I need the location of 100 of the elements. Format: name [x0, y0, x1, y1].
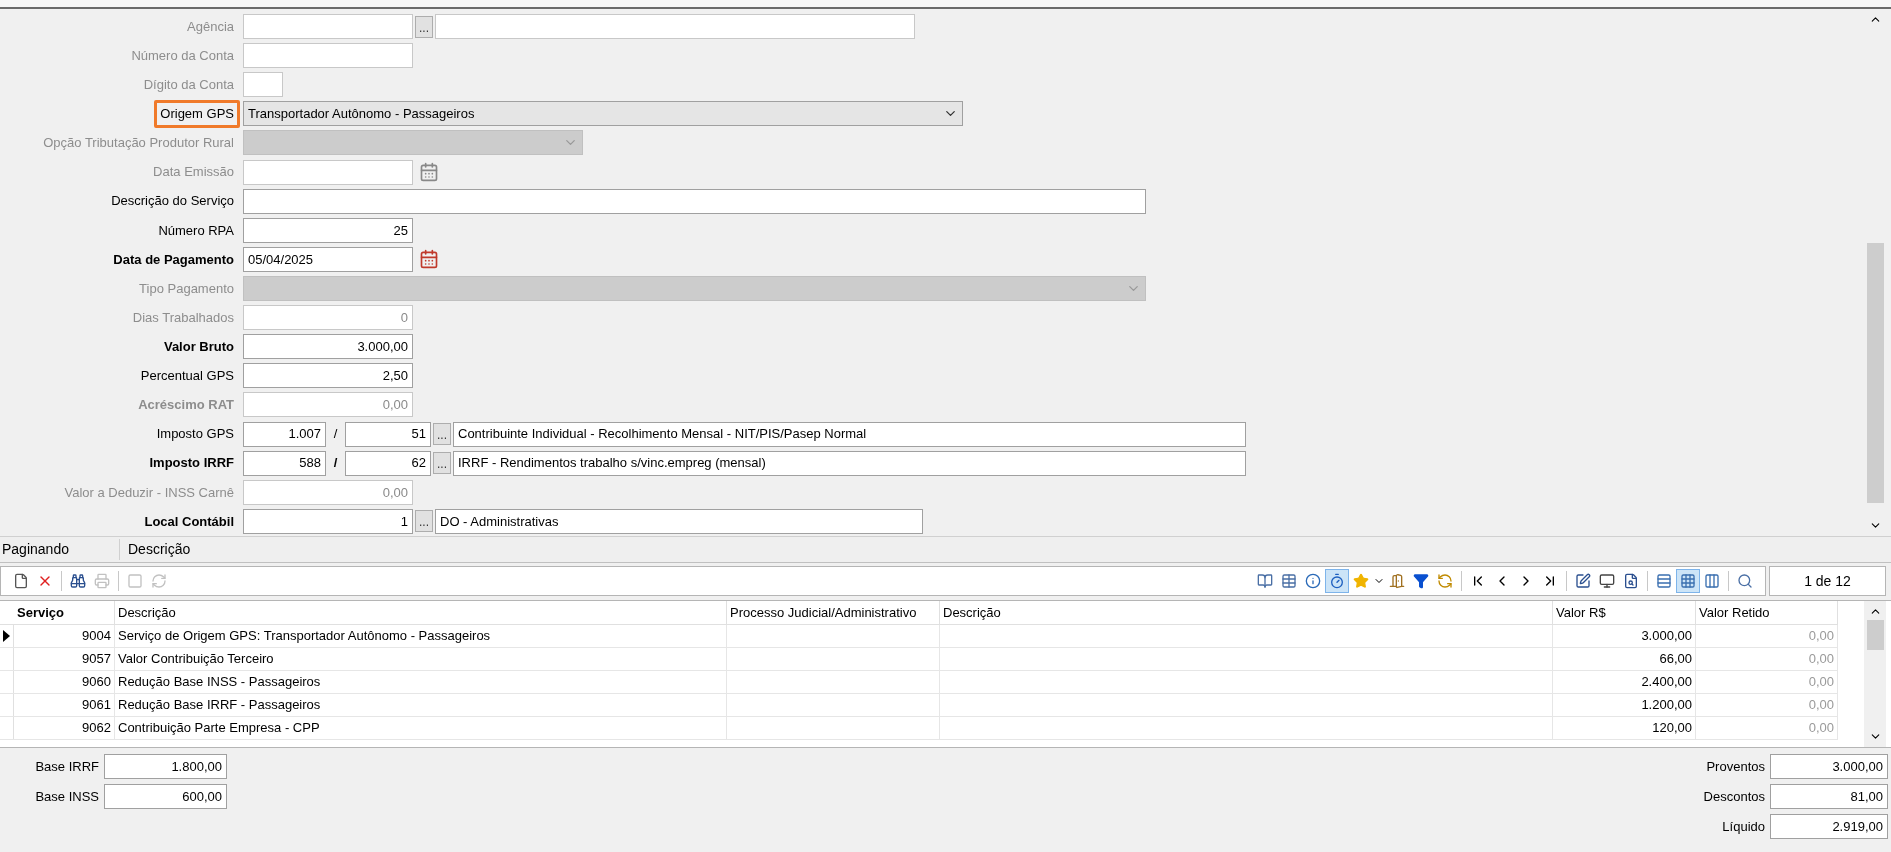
filter-icon	[1413, 573, 1429, 589]
field-label: Opção Tributação Produtor Rural	[42, 134, 235, 153]
field-label: Número da Conta	[130, 46, 235, 65]
field-label: Data Emissão	[152, 163, 235, 182]
field-label: Acréscimo RAT	[137, 396, 235, 415]
column-header[interactable]: Processo Judicial/Administrativo	[727, 601, 940, 624]
total-field[interactable]: 600,00	[104, 784, 227, 809]
input-field[interactable]: 25	[243, 217, 413, 243]
total-label: Descontos	[1702, 787, 1766, 806]
input-field[interactable]: 588	[243, 450, 326, 476]
input-field[interactable]: 62	[345, 450, 431, 476]
scroll-thumb[interactable]	[1866, 242, 1884, 503]
input-field[interactable]: DO - Administrativas	[435, 508, 923, 534]
column-header[interactable]: Descrição	[115, 601, 727, 624]
group-label: Paginando	[0, 539, 120, 560]
scrollbar[interactable]	[1864, 601, 1886, 747]
grid-icon	[1680, 573, 1696, 589]
field-label: Percentual GPS	[139, 367, 235, 386]
book-icon	[1257, 573, 1273, 589]
total-field[interactable]: 81,00	[1770, 784, 1888, 809]
input-field[interactable]	[243, 43, 413, 69]
document-search-icon	[1623, 573, 1639, 589]
square-icon	[127, 573, 143, 589]
separator-text: /	[332, 454, 339, 473]
total-label: Líquido	[1721, 817, 1766, 836]
field-label: Dígito da Conta	[142, 76, 235, 94]
table-cell-text: 0,00	[1808, 650, 1834, 669]
edit-icon	[1575, 573, 1591, 589]
table-cell-text: 9057	[82, 650, 111, 669]
input-field[interactable]	[243, 72, 283, 98]
field-label: Valor Bruto	[162, 338, 235, 356]
table-cell-text: 9061	[82, 696, 111, 715]
field-label: Tipo Pagamento	[138, 279, 235, 298]
table-cell-text: Valor Contribuição Terceiro	[118, 650, 274, 669]
pager-display: 1 de 12	[1769, 566, 1886, 596]
field-label: Número RPA	[157, 221, 235, 240]
search-icon	[1737, 573, 1753, 589]
field-label: Valor a Deduzir - INSS Carnê	[63, 483, 235, 502]
grid-button[interactable]	[1676, 569, 1700, 593]
input-field[interactable]	[243, 14, 413, 40]
star-icon	[1353, 573, 1369, 589]
row-indicator[interactable]	[0, 625, 14, 647]
calendar-icon[interactable]	[419, 249, 439, 270]
input-field[interactable]: 51	[345, 421, 431, 447]
table-cell-text: 0,00	[1808, 627, 1834, 646]
table-cell-text: 3.000,00	[1641, 627, 1692, 646]
ellipsis-button[interactable]: ...	[433, 423, 451, 446]
column-header[interactable]: Valor Retido	[1696, 601, 1838, 624]
table-cell-text: 0,00	[1808, 719, 1834, 738]
input-field[interactable]: 1.007	[243, 421, 326, 447]
total-field[interactable]: 3.000,00	[1770, 754, 1888, 779]
field-label: Data de Pagamento	[112, 250, 235, 269]
new-document-icon	[13, 573, 29, 589]
info-icon	[1305, 573, 1321, 589]
input-field[interactable]	[243, 159, 413, 185]
table-cell-text: 1.200,00	[1641, 696, 1692, 715]
columns-icon	[1704, 573, 1720, 589]
rows-icon	[1656, 573, 1672, 589]
ellipsis-button[interactable]: ...	[415, 510, 433, 533]
table-cell-text: 0,00	[1808, 673, 1834, 692]
refresh-icon	[151, 573, 167, 589]
timer-icon	[1329, 573, 1345, 589]
table-icon	[1281, 573, 1297, 589]
scroll-thumb[interactable]	[1866, 620, 1884, 650]
total-label: Base INSS	[34, 787, 100, 806]
field-label: Descrição do Serviço	[110, 192, 235, 211]
printer-icon	[94, 573, 110, 589]
input-field[interactable]: 2,50	[243, 363, 413, 389]
field-label: Local Contábil	[143, 512, 235, 531]
input-field[interactable]: 05/04/2025	[243, 246, 413, 272]
table-cell-text: 9004	[82, 627, 111, 646]
table-cell-text: 2.400,00	[1641, 673, 1692, 692]
monitor-icon	[1599, 573, 1615, 589]
binoculars-icon	[70, 573, 86, 589]
table-cell-text: 66,00	[1659, 650, 1692, 669]
input-field[interactable]: 1	[243, 508, 413, 534]
dropdown[interactable]: Transportador Autônomo - Passageiros	[243, 101, 963, 127]
input-field[interactable]	[243, 188, 1146, 214]
field-label: Dias Trabalhados	[131, 308, 235, 327]
field-label: Agência	[186, 17, 235, 36]
row-pointer-icon	[3, 630, 10, 642]
total-label: Proventos	[1705, 757, 1766, 776]
input-field[interactable]: IRRF - Rendimentos trabalho s/vinc.empreg (mensal)	[453, 450, 1246, 476]
total-label: Base IRRF	[34, 757, 100, 776]
input-field[interactable]	[435, 14, 915, 40]
ellipsis-button[interactable]: ...	[433, 452, 451, 475]
table-cell-text: 0,00	[1808, 696, 1834, 715]
timer-button[interactable]	[1325, 569, 1349, 593]
field-label: Origem GPS	[154, 100, 240, 128]
table-cell-text: 9060	[82, 673, 111, 692]
table-cell-text: Serviço de Origem GPS: Transportador Autônomo - Passageiros	[118, 627, 491, 646]
dropdown-value: Transportador Autônomo - Passageiros	[248, 105, 475, 124]
input-field[interactable]: Contribuinte Individual - Recolhimento Mensal - NIT/PIS/Pasep Normal	[453, 421, 1246, 447]
column-header[interactable]: Descrição	[940, 601, 1553, 624]
input-field[interactable]: 3.000,00	[243, 334, 413, 360]
column-header[interactable]: Valor R$	[1553, 601, 1696, 624]
total-field[interactable]: 2.919,00	[1770, 814, 1888, 839]
door-icon	[1389, 573, 1405, 589]
total-field[interactable]: 1.800,00	[104, 754, 227, 779]
column-header[interactable]: Serviço	[14, 601, 115, 624]
